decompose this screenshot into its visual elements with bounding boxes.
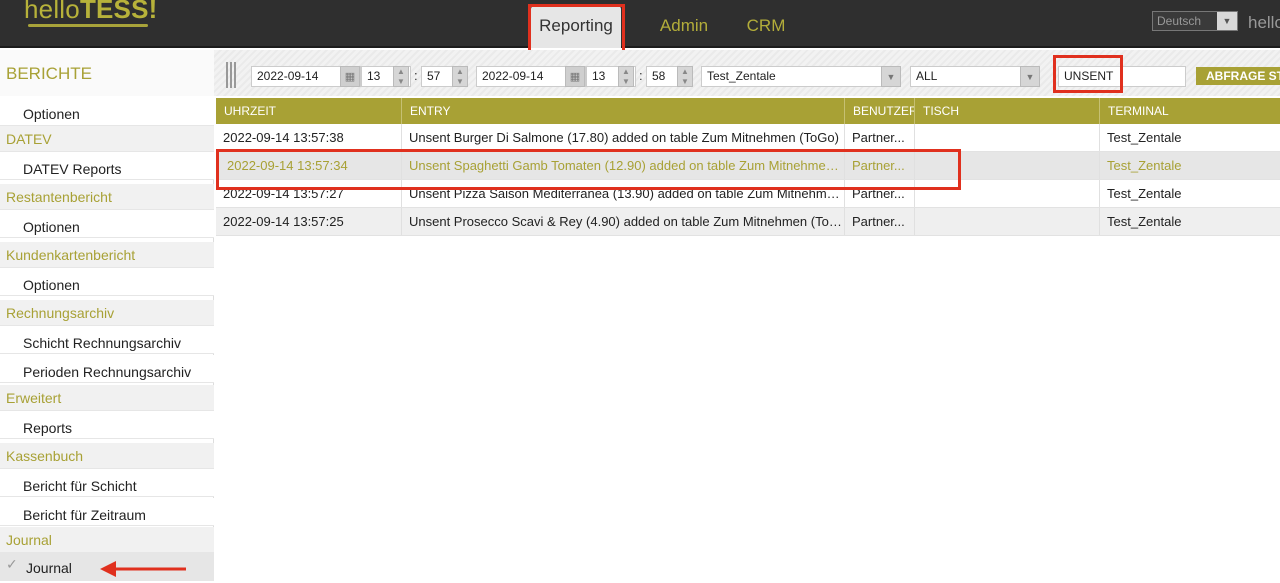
sidebar-item-bericht-fuer-zeitraum[interactable]: Bericht für Zeitraum [0, 498, 214, 526]
logo-text-light: hello [24, 0, 80, 24]
stepper-icon[interactable]: ▲ ▼ [393, 66, 409, 87]
sidebar-group-erweitert[interactable]: Erweitert [0, 385, 214, 411]
checkmark-icon: ✓ [6, 556, 18, 572]
cell-entry: Unsent Burger Di Salmone (17.80) added o… [402, 124, 845, 151]
cell-terminal: Test_Zentale [1107, 214, 1182, 229]
column-header-terminal[interactable]: TERMINAL [1100, 98, 1280, 124]
table-row-selected[interactable]: 2022-09-14 13:57:34 Unsent Spaghetti Gam… [216, 152, 1280, 180]
hellotess-logo[interactable]: helloTESS! [24, 0, 158, 27]
stepper-icon[interactable]: ▲ ▼ [677, 66, 693, 87]
cell-time: 2022-09-14 13:57:27 [216, 180, 402, 207]
sidebar-item-optionen[interactable]: Optionen [0, 210, 214, 238]
sidebar-group-rechnungsarchiv[interactable]: Rechnungsarchiv [0, 300, 214, 326]
stepper-icon[interactable]: ▲ ▼ [452, 66, 468, 87]
cell-user: Partner... [845, 124, 915, 151]
tab-crm[interactable]: CRM [738, 6, 794, 48]
sidebar-item-bericht-fuer-schicht[interactable]: Bericht für Schicht [0, 469, 214, 497]
cell-entry: Unsent Prosecco Scavi & Rey (4.90) added… [402, 208, 845, 235]
column-header-tisch[interactable]: TISCH [915, 98, 1100, 124]
language-value: Deutsch [1157, 14, 1202, 28]
chevron-down-icon[interactable]: ▼ [1217, 12, 1237, 30]
sidebar-item-schicht-rechnungsarchiv[interactable]: Schicht Rechnungsarchiv [0, 326, 214, 354]
cell-user: Partner... [845, 152, 915, 179]
sidebar-item-perioden-rechnungsarchiv[interactable]: Perioden Rechnungsarchiv [0, 355, 214, 383]
cell-terminal: Test_Zentale [1107, 158, 1182, 173]
chevron-down-icon[interactable]: ▼ [1020, 66, 1040, 87]
red-arrow-annotation-icon [100, 561, 186, 577]
sidebar-item-optionen[interactable]: Optionen [0, 96, 214, 126]
submit-query-button[interactable]: ABFRAGE ST [1196, 67, 1280, 85]
cell-table [915, 208, 1100, 235]
section-title-berichte: BERICHTE [0, 50, 214, 96]
table-row[interactable]: 2022-09-14 13:57:25 Unsent Prosecco Scav… [216, 208, 1280, 236]
cell-table [915, 124, 1100, 151]
sidebar-item-label: Journal [26, 560, 72, 576]
column-header-entry[interactable]: ENTRY [402, 98, 845, 124]
top-bar: helloTESS! Reporting Admin CRM Deutsch ▼… [0, 0, 1280, 48]
cell-entry: Unsent Spaghetti Gamb Tomaten (12.90) ad… [402, 152, 845, 179]
time-separator: : [414, 68, 418, 83]
time-separator: : [639, 68, 643, 83]
table-row[interactable]: 2022-09-14 13:57:38 Unsent Burger Di Sal… [216, 124, 1280, 152]
tab-reporting[interactable]: Reporting [531, 6, 621, 48]
user-greeting: hello [1248, 13, 1280, 32]
column-header-uhrzeit[interactable]: UHRZEIT [216, 98, 402, 124]
cell-time: 2022-09-14 13:57:38 [216, 124, 402, 151]
type-filter-input[interactable]: UNSENT [1058, 66, 1186, 87]
logo-swoosh [28, 24, 148, 27]
sidebar-group-datev[interactable]: DATEV [0, 126, 214, 152]
cell-user: Partner... [845, 180, 915, 207]
sidebar-item-reports[interactable]: Reports [0, 411, 214, 439]
stepper-icon[interactable]: ▲ ▼ [618, 66, 634, 87]
sidebar-group-kassenbuch[interactable]: Kassenbuch [0, 443, 214, 469]
cell-table [915, 152, 1100, 179]
calendar-icon[interactable]: ▦ [340, 66, 360, 87]
cell-user: Partner... [845, 208, 915, 235]
sidebar-group-journal[interactable]: Journal [0, 527, 214, 553]
sidebar-item-optionen[interactable]: Optionen [0, 268, 214, 296]
cell-time: 2022-09-14 13:57:34 [216, 152, 402, 179]
cell-table [915, 180, 1100, 207]
sidebar-item-datev-reports[interactable]: DATEV Reports [0, 152, 214, 180]
tab-admin[interactable]: Admin [650, 6, 718, 48]
column-header-benutzer[interactable]: BENUTZER [845, 98, 915, 124]
cell-time: 2022-09-14 13:57:25 [216, 208, 402, 235]
terminal-select[interactable]: Test_Zentale [701, 66, 901, 87]
panel-resize-handle-icon[interactable] [226, 62, 236, 88]
cell-terminal: Test_Zentale [1107, 186, 1182, 201]
sidebar-group-restantenbericht[interactable]: Restantenbericht [0, 184, 214, 210]
journal-table-header: UHRZEIT ENTRY BENUTZER TISCH TERMINAL [216, 98, 1280, 124]
sidebar-group-kundenkartenbericht[interactable]: Kundenkartenbericht [0, 242, 214, 268]
cell-terminal: Test_Zentale [1107, 130, 1182, 145]
cell-entry: Unsent Pizza Saison Mediterranea (13.90)… [402, 180, 845, 207]
calendar-icon[interactable]: ▦ [565, 66, 585, 87]
logo-text-bold: TESS! [79, 0, 158, 24]
table-row[interactable]: 2022-09-14 13:57:27 Unsent Pizza Saison … [216, 180, 1280, 208]
chevron-down-icon[interactable]: ▼ [881, 66, 901, 87]
language-select[interactable]: Deutsch ▼ [1152, 11, 1238, 31]
sidebar: Optionen DATEV DATEV Reports Restantenbe… [0, 96, 214, 581]
